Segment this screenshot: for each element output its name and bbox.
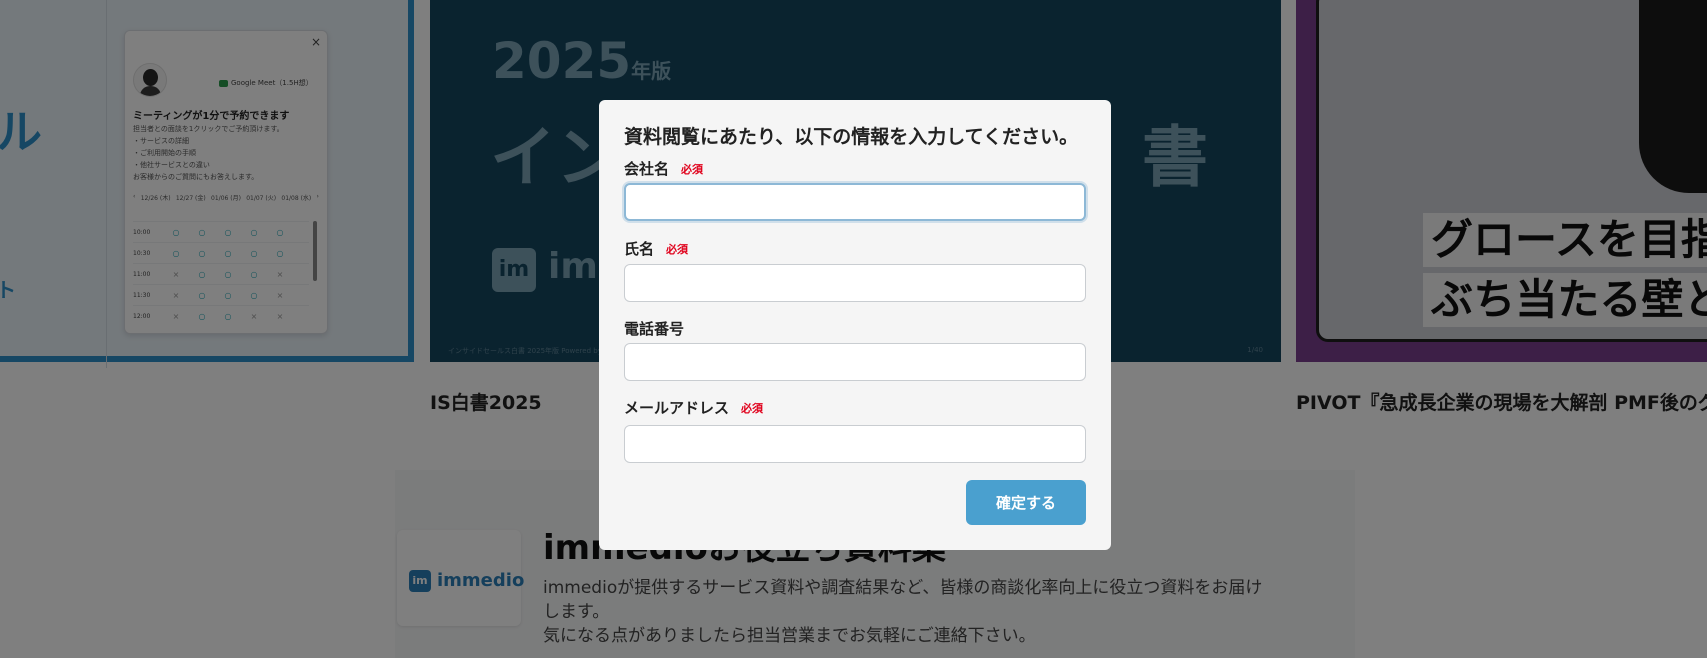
name-label: 氏名 必須 bbox=[624, 240, 689, 258]
required-badge: 必須 bbox=[666, 242, 689, 256]
company-name-label: 会社名 必須 bbox=[624, 160, 704, 178]
email-input[interactable] bbox=[624, 425, 1086, 463]
name-input[interactable] bbox=[624, 264, 1086, 302]
phone-input[interactable] bbox=[624, 343, 1086, 381]
submit-button[interactable]: 確定する bbox=[966, 480, 1086, 525]
required-badge: 必須 bbox=[741, 401, 764, 415]
phone-label: 電話番号 bbox=[624, 320, 685, 338]
required-badge: 必須 bbox=[681, 162, 704, 176]
company-name-input[interactable] bbox=[624, 183, 1086, 221]
info-form-modal: 資料閲覧にあたり、以下の情報を入力してください。 会社名 必須 氏名 必須 電話番号… bbox=[599, 100, 1111, 550]
email-label: メールアドレス 必須 bbox=[624, 399, 764, 417]
modal-title: 資料閲覧にあたり、以下の情報を入力してください。 bbox=[624, 126, 1079, 148]
